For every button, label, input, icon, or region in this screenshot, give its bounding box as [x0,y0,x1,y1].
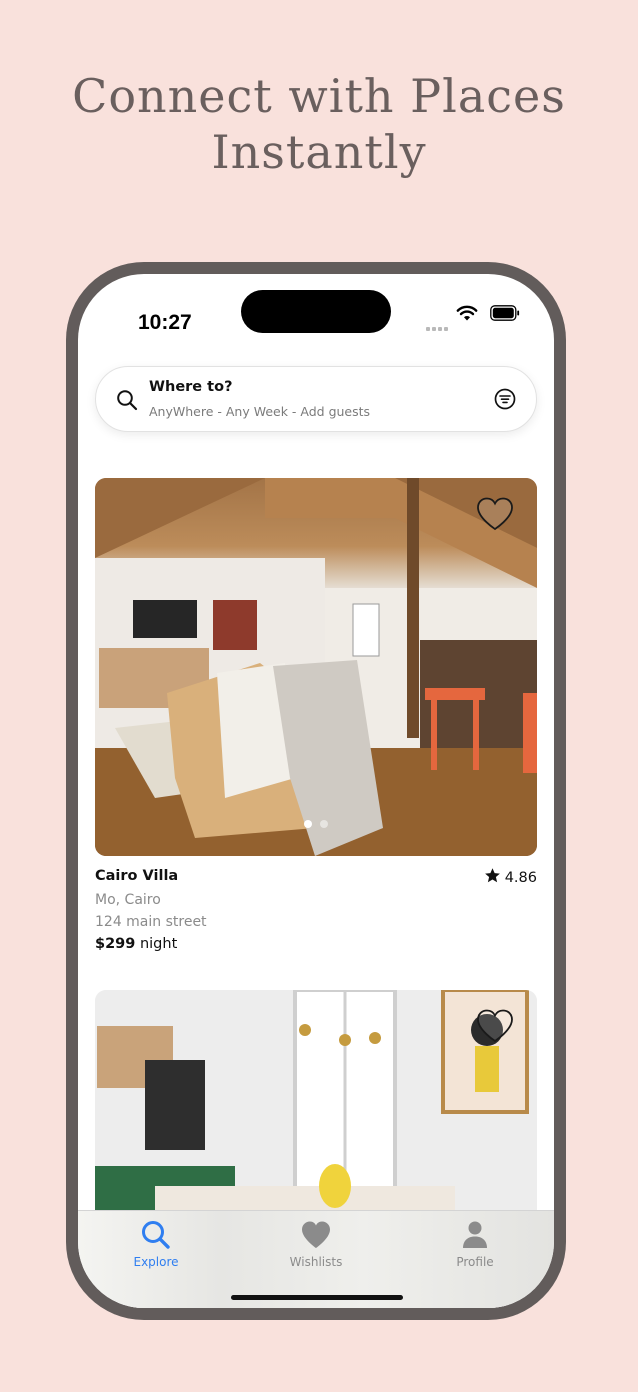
search-icon [142,1221,170,1249]
headline-line-1: Connect with Places [72,69,566,123]
battery-icon [490,305,520,321]
photo-pagination [95,813,537,832]
listing-rating: 4.86 [484,867,537,886]
home-indicator[interactable] [231,1295,403,1300]
tab-wishlists[interactable]: Wishlists [256,1219,376,1269]
tab-label: Profile [456,1255,494,1269]
filter-icon[interactable] [493,387,517,411]
headline-line-2: Instantly [211,125,427,179]
phone-frame: 10:27 Where to? AnyWhere - Any Week - Ad… [66,262,566,1320]
search-subtitle: AnyWhere - Any Week - Add guests [149,404,371,419]
wishlist-heart-icon[interactable] [475,496,515,532]
listing-photo[interactable] [95,478,537,856]
tab-explore[interactable]: Explore [96,1219,216,1269]
tab-label: Explore [133,1255,179,1269]
listing-price-unit: night [139,936,178,952]
search-bar[interactable]: Where to? AnyWhere - Any Week - Add gues… [95,366,537,432]
status-time: 10:27 [138,311,192,334]
signal-icon [426,316,450,331]
search-icon [117,390,138,411]
listing-address: 124 main street [95,914,207,930]
listing-rating-value: 4.86 [504,870,537,886]
wishlist-heart-icon[interactable] [475,1008,515,1044]
listing-title: Cairo Villa [95,868,179,884]
listing-card[interactable]: Cairo Villa 4.86 Mo, Cairo 124 main stre… [95,478,537,952]
listing-price: $299 night [95,936,177,952]
wifi-icon [456,305,478,321]
heart-icon [302,1221,330,1248]
listing-price-amount: $299 [95,936,136,952]
listing-location: Mo, Cairo [95,892,161,908]
listing-photo-illustration [95,478,537,856]
headline: Connect with Places Instantly [0,68,638,180]
search-title: Where to? [149,379,233,395]
person-icon [463,1221,487,1248]
tab-label: Wishlists [289,1255,343,1269]
tab-profile[interactable]: Profile [415,1219,535,1269]
phone-screen: 10:27 Where to? AnyWhere - Any Week - Ad… [78,274,554,1308]
tab-bar: Explore Wishlists Profile [78,1210,554,1308]
star-icon [484,868,500,883]
dynamic-island [241,290,391,333]
